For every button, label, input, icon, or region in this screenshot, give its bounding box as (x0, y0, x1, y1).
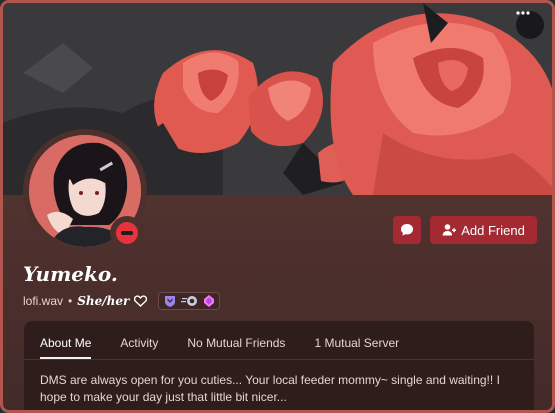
send-message-button[interactable] (393, 216, 421, 244)
more-options-icon[interactable] (516, 11, 544, 39)
do-not-disturb-icon (116, 222, 138, 244)
username-line: lofi.wav • She/her (23, 292, 221, 310)
add-friend-label: Add Friend (461, 222, 525, 238)
avatar-ring (23, 129, 147, 253)
add-friend-icon (442, 224, 457, 236)
user-profile-card: Add Friend Yumeko. lofi.wav • She/her Ab… (0, 0, 555, 413)
hypesquad-badge-icon[interactable] (163, 294, 177, 308)
pronouns: She/her (77, 294, 130, 308)
display-name: Yumeko. (23, 262, 118, 286)
tab-activity[interactable]: Activity (120, 336, 158, 359)
heart-icon (134, 295, 148, 307)
tab-about-me[interactable]: About Me (40, 336, 92, 359)
boost-gem-badge-icon[interactable] (203, 294, 215, 308)
tab-mutual-servers[interactable]: 1 Mutual Server (314, 336, 399, 359)
profile-info-panel: About Me Activity No Mutual Friends 1 Mu… (24, 321, 534, 410)
username[interactable]: lofi.wav (23, 294, 63, 308)
dnd-status-badge (110, 216, 144, 250)
separator-dot: • (68, 294, 73, 308)
profile-tabs: About Me Activity No Mutual Friends 1 Mu… (24, 321, 534, 360)
tab-mutual-friends[interactable]: No Mutual Friends (187, 336, 285, 359)
message-icon (401, 224, 413, 236)
about-me-text: DMS are always open for you cuties... Yo… (40, 373, 500, 404)
badge-list (158, 292, 221, 310)
add-friend-button[interactable]: Add Friend (430, 216, 537, 244)
nitro-badge-icon[interactable] (181, 294, 199, 308)
